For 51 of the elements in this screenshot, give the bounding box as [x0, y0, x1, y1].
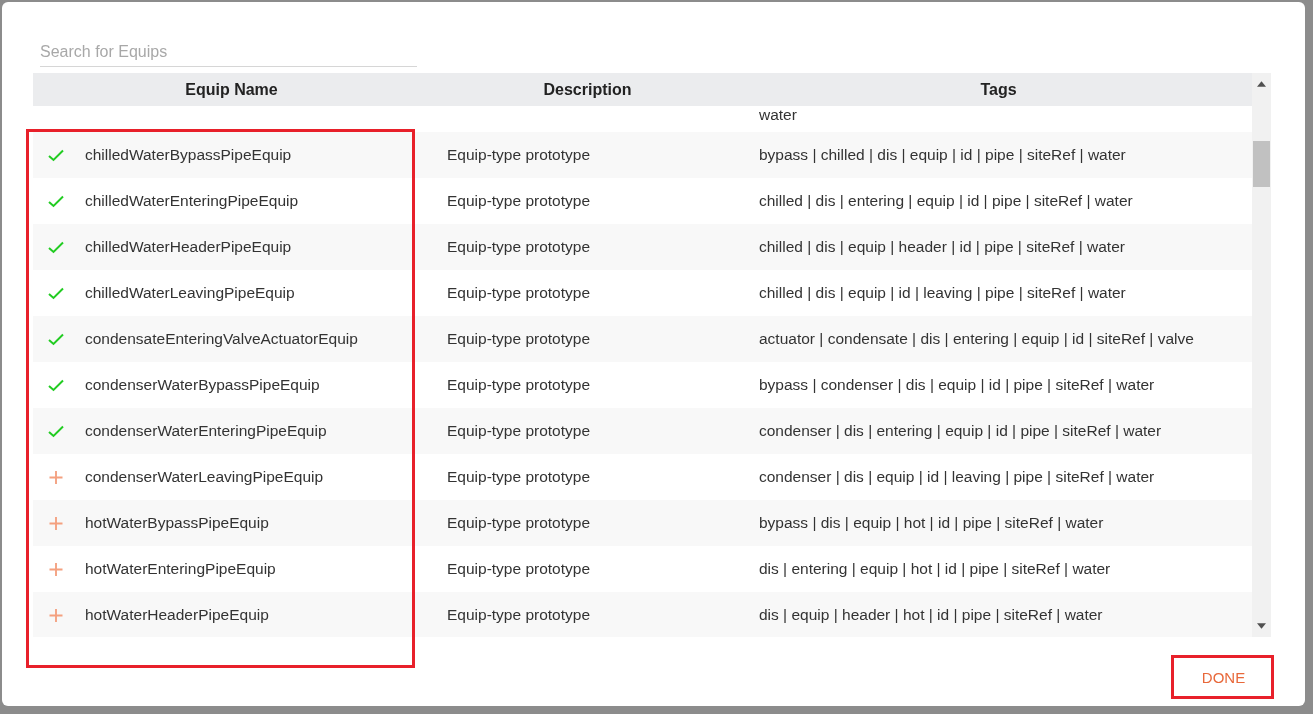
- table-cell: condenserWaterBypassPipeEquip: [85, 376, 320, 394]
- scroll-down-icon[interactable]: [1257, 623, 1266, 629]
- table-cell: water: [759, 106, 797, 124]
- scrollbar-thumb[interactable]: [1253, 141, 1270, 187]
- column-header[interactable]: Equip Name: [33, 80, 430, 99]
- table-cell: bypass | dis | equip | hot | id | pipe | siteRef | water: [759, 514, 1104, 532]
- table-cell: condenser | dis | equip | id | leaving | pipe | siteRef | water: [759, 468, 1155, 486]
- table-cell: Equip-type prototype: [447, 376, 591, 394]
- table-cell: Equip-type prototype: [447, 330, 591, 348]
- table-row[interactable]: hotWaterHeaderPipeEquip Equip-type prototype dis | equip | header | hot | id | pipe | siteRef | water: [33, 592, 1252, 637]
- table-cell: condenserWaterEnteringPipeEquip: [85, 422, 327, 440]
- table-row[interactable]: chilledWaterHeaderPipeEquip Equip-type prototype chilled | dis | equip | header | id | pipe | siteRef | water: [33, 224, 1252, 270]
- scroll-up-icon[interactable]: [1257, 81, 1266, 87]
- plus-icon[interactable]: [48, 562, 64, 576]
- table-cell: chilledWaterBypassPipeEquip: [85, 146, 292, 164]
- table-cell: dis | equip | header | hot | id | pipe | siteRef | water: [759, 606, 1103, 624]
- table-cell: chilledWaterLeavingPipeEquip: [85, 284, 295, 302]
- table-cell: condensateEnteringValveActuatorEquip: [85, 330, 358, 348]
- table-cell: hotWaterHeaderPipeEquip: [85, 606, 269, 624]
- table-cell: Equip-type prototype: [447, 468, 591, 486]
- plus-icon[interactable]: [48, 516, 64, 530]
- table-cell: dis | entering | equip | hot | id | pipe | siteRef | water: [759, 560, 1111, 578]
- table-cell: condenser | dis | entering | equip | id | pipe | siteRef | water: [759, 422, 1162, 440]
- table-cell: hotWaterEnteringPipeEquip: [85, 560, 276, 578]
- column-header[interactable]: Tags: [745, 80, 1252, 99]
- table-cell: chilledWaterEnteringPipeEquip: [85, 192, 299, 210]
- table-cell: hotWaterBypassPipeEquip: [85, 514, 269, 532]
- table-cell: condenserWaterLeavingPipeEquip: [85, 468, 324, 486]
- table-row[interactable]: condenserWaterEnteringPipeEquip Equip-type prototype condenser | dis | entering | equip | id | pipe | siteRef | water: [33, 408, 1252, 454]
- table-cell: Equip-type prototype: [447, 422, 591, 440]
- table-cell: Equip-type prototype: [447, 284, 591, 302]
- table-row[interactable]: chilledWaterBypassPipeEquip Equip-type prototype bypass | chilled | dis | equip | id | pipe | siteRef | water: [33, 132, 1252, 178]
- table-cell: Equip-type prototype: [447, 146, 591, 164]
- table-cell: chilled | dis | entering | equip | id | pipe | siteRef | water: [759, 192, 1133, 210]
- scrollbar[interactable]: [1252, 73, 1271, 637]
- column-header[interactable]: Description: [430, 80, 745, 99]
- table-cell: Equip-type prototype: [447, 238, 591, 256]
- table-cell: chilledWaterHeaderPipeEquip: [85, 238, 292, 256]
- table-row[interactable]: hotWaterBypassPipeEquip Equip-type prototype bypass | dis | equip | hot | id | pipe | siteRef | water: [33, 500, 1252, 546]
- table-cell: chilled | dis | equip | id | leaving | pipe | siteRef | water: [759, 284, 1126, 302]
- table-row[interactable]: condensateEnteringValveActuatorEquip Equip-type prototype actuator | condensate | dis | entering | equip | id | siteRef | valve: [33, 316, 1252, 362]
- table-cell: Equip-type prototype: [447, 606, 591, 624]
- table-cell: actuator | condensate | dis | entering | equip | id | siteRef | valve: [759, 330, 1194, 348]
- table-cell: chilled | dis | equip | header | id | pipe | siteRef | water: [759, 238, 1125, 256]
- table-cell: bypass | chilled | dis | equip | id | pipe | siteRef | water: [759, 146, 1126, 164]
- table-cell: Equip-type prototype: [447, 514, 591, 532]
- plus-icon[interactable]: [48, 470, 64, 484]
- table-cell: bypass | condenser | dis | equip | id | pipe | siteRef | water: [759, 376, 1155, 394]
- table-cell: Equip-type prototype: [447, 192, 591, 210]
- table-cell: Equip-type prototype: [447, 560, 591, 578]
- plus-icon[interactable]: [48, 608, 64, 622]
